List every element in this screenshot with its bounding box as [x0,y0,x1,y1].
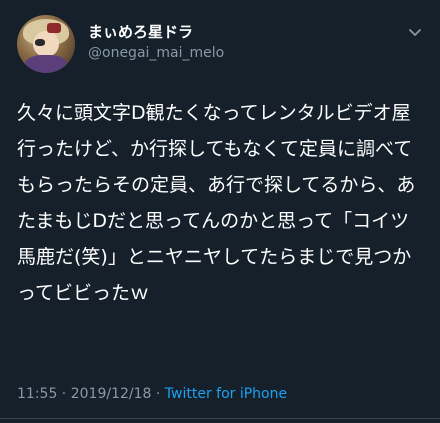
chevron-down-icon[interactable] [407,24,423,40]
username[interactable]: @onegai_mai_melo [88,45,224,61]
tweet-time[interactable]: 11:55 [17,386,57,402]
tweet-source-link[interactable]: Twitter for iPhone [165,386,287,402]
avatar-hat [47,23,61,33]
meta-separator: · [57,386,71,402]
tweet-meta: 11:55 · 2019/12/18 · Twitter for iPhone [17,386,287,402]
tweet-date[interactable]: 2019/12/18 [71,386,152,402]
tweet-text: 久々に頭文字D観たくなってレンタルビデオ屋行ったけど、か行探してもなくて定員に調… [17,102,416,304]
avatar-body [25,55,67,73]
avatar-eyepatch [35,39,45,46]
avatar[interactable] [17,15,75,73]
meta-separator: · [151,386,165,402]
display-name[interactable]: まぃめろ星ドラ [88,21,193,42]
divider [0,418,440,419]
